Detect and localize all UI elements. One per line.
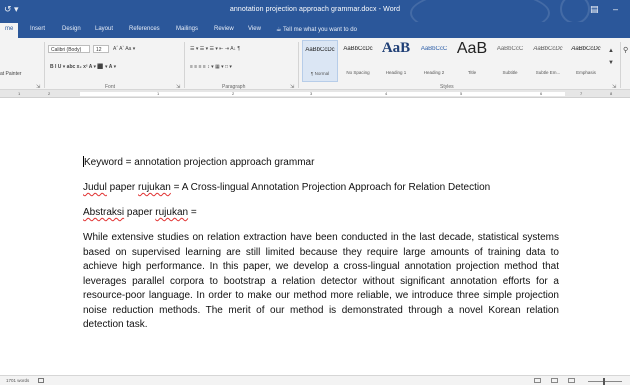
group-divider [620,42,621,88]
squiggle-word: rujukan [138,182,171,193]
status-bar: 1701 words [0,375,630,385]
font-name-select[interactable]: Calibri (Body) [48,45,90,53]
minimize-icon[interactable]: – [613,4,618,14]
style-name: Subtitle [502,70,518,75]
proofing-icon[interactable] [38,378,44,383]
tab-references[interactable]: References [129,26,160,32]
tab-design[interactable]: Design [62,26,81,32]
keyword-text: Keyword = annotation projection approach… [84,157,315,168]
style-emphasis[interactable]: AaBbCcDc Emphasis [568,40,604,82]
tab-insert[interactable]: Insert [30,26,45,32]
style-preview: AaBbCcDc [305,47,335,53]
paragraph-list-buttons[interactable]: ☰ ▾ ☰ ▾ ☰ ▾ ⇤ ⇥ A↓ ¶ [190,46,240,52]
style-preview: AaB [456,40,488,57]
style-name: Emphasis [576,70,596,75]
squiggle-word: Abstraksi [83,207,125,218]
abstract-heading-line[interactable]: Abstraksi paper rujukan = [83,205,559,220]
web-layout-icon[interactable] [568,378,575,383]
style-name: No Spacing [346,70,370,75]
style-preview: AaB [381,40,411,56]
ruler-number: 1 [18,91,21,96]
title-text: = A Cross-lingual Annotation Projection … [170,182,491,193]
read-mode-icon[interactable] [534,378,541,383]
word-count[interactable]: 1701 words [6,378,29,383]
style-subtle-emphasis[interactable]: AaBbCcDc Subtle Em... [530,40,566,82]
document-page[interactable]: Keyword = annotation projection approach… [0,98,630,375]
style-name: ¶ Normal [310,71,330,76]
ruler-number: 4 [385,91,388,96]
squiggle-word: Judul [83,182,107,193]
ruler-track [80,92,565,96]
group-divider [44,42,45,88]
tell-me-box[interactable]: ☕ Tell me what you want to do [276,26,357,33]
keyword-line[interactable]: Keyword = annotation projection approach… [83,155,559,170]
horizontal-ruler[interactable]: 1 2 1 2 3 4 5 6 7 8 [0,90,630,98]
ruler-number: 1 [157,91,160,96]
abstract-text-mid: paper [124,207,156,218]
style-name: Subtle Em... [535,70,561,75]
ruler-number: 6 [540,91,543,96]
title-text-mid: paper [106,182,139,193]
style-no-spacing[interactable]: AaBbCcDc No Spacing [340,40,376,82]
tab-layout[interactable]: Layout [95,26,113,32]
style-name: Heading 2 [423,70,445,75]
tab-view[interactable]: View [248,26,261,32]
styles-scroll-up-icon[interactable]: ▲ [608,48,614,54]
zoom-slider[interactable] [588,381,622,382]
styles-scroll-down-icon[interactable]: ▼ [608,60,614,66]
title-line[interactable]: Judul paper rujukan = A Cross-lingual An… [83,180,559,195]
style-preview: AaBbCcDc [533,46,563,52]
group-divider [298,42,299,88]
zoom-slider-thumb[interactable] [603,378,605,385]
ruler-number: 2 [48,91,51,96]
ruler-number: 8 [610,91,613,96]
style-preview: AaBbCcDc [343,46,373,52]
find-icon[interactable]: ⚲ [623,46,628,54]
style-name: Title [467,70,477,75]
window-title: annotation projection approach grammar.d… [229,6,401,13]
tab-review[interactable]: Review [214,26,234,32]
ribbon-display-options-icon[interactable]: ▤ [590,4,599,15]
paragraph-align-buttons[interactable]: ≡ ≡ ≡ ≡ ↕ ▾ ▦ ▾ □ ▾ [190,64,232,70]
style-subtitle[interactable]: AaBbCcC Subtitle [492,40,528,82]
tab-home[interactable]: me [0,23,19,38]
ribbon-home: at Painter ⇲ Calibri (Body) 12 Aˆ Aˇ Aa … [0,38,630,90]
title-bar: ↺ ▾ annotation projection approach gramm… [0,0,630,36]
style-heading-1[interactable]: AaB Heading 1 [378,40,414,82]
abstract-body[interactable]: While extensive studies on relation extr… [83,231,559,333]
format-painter-button[interactable]: at Painter [0,71,21,77]
style-normal[interactable]: AaBbCcDc ¶ Normal [302,40,338,82]
squiggle-word: rujukan [155,207,189,218]
style-name: Heading 1 [385,70,407,75]
style-heading-2[interactable]: AaBbCcC Heading 2 [416,40,452,82]
style-title[interactable]: AaB Title [454,40,490,82]
ribbon-tabs: me Insert Design Layout References Maili… [0,22,630,38]
ruler-number: 3 [310,91,313,96]
style-preview: AaBbCcDc [571,46,601,52]
style-preview: AaBbCcC [496,46,524,52]
abstract-text-post: = [188,207,197,218]
group-divider [184,42,185,88]
ruler-number: 2 [232,91,235,96]
ruler-number: 5 [460,91,463,96]
style-preview: AaBbCcC [420,46,448,52]
font-format-buttons[interactable]: B I U ▾ abc x₂ x² A ▾ ⬛ ▾ A ▾ [50,64,116,70]
font-size-select[interactable]: 12 [93,45,109,53]
print-layout-icon[interactable] [551,378,558,383]
font-size-tools[interactable]: Aˆ Aˇ Aa ▾ [113,46,135,52]
tab-mailings[interactable]: Mailings [176,26,198,32]
ruler-number: 7 [580,91,583,96]
